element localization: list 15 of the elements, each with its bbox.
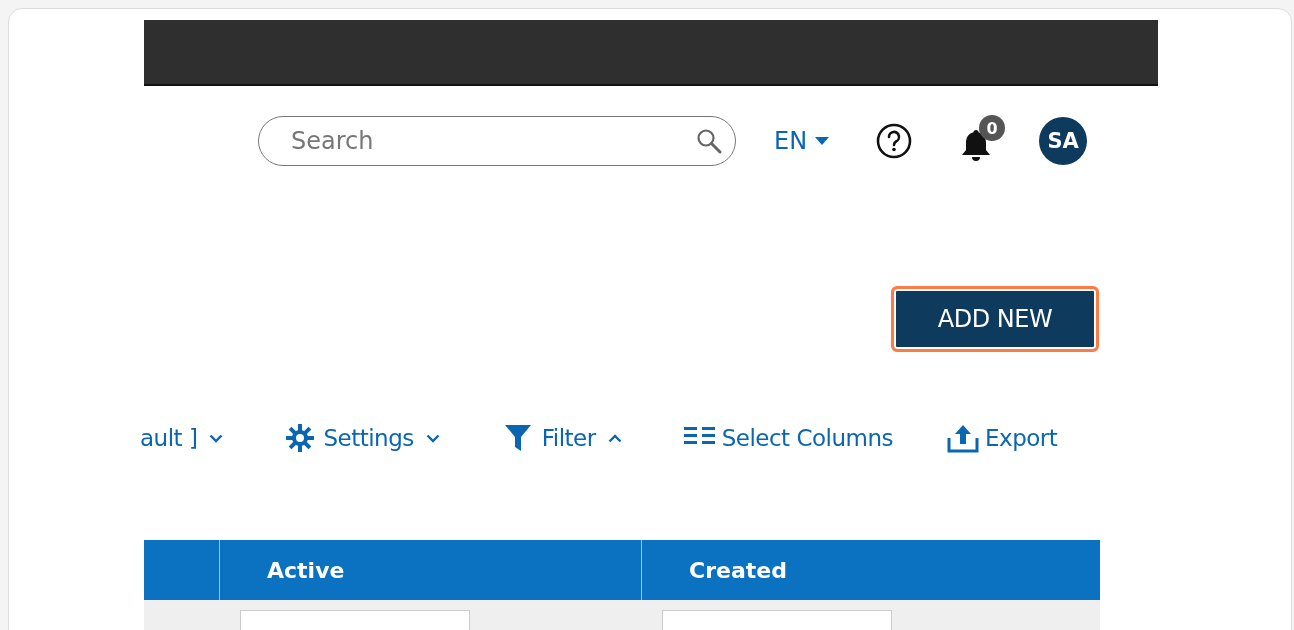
search-icon (696, 128, 722, 154)
add-new-button[interactable]: ADD NEW (894, 289, 1096, 349)
user-avatar[interactable]: SA (1039, 117, 1088, 165)
upload-icon (947, 423, 980, 453)
toolbar-button[interactable]: ault ] (140, 425, 224, 451)
toolbar-button[interactable]: Filter (503, 423, 622, 453)
notification-count: 0 (979, 115, 1006, 141)
language-dropdown[interactable]: EN (774, 127, 830, 155)
toolbar-button[interactable]: Settings (285, 423, 440, 453)
search-field[interactable]: Search (258, 116, 736, 166)
toolbar-button[interactable]: Select Columns (683, 423, 894, 453)
column-header[interactable]: Created (642, 540, 1100, 600)
caret-icon (815, 137, 830, 145)
toolbar-button[interactable]: Export (947, 423, 1058, 453)
help-icon (875, 122, 914, 160)
